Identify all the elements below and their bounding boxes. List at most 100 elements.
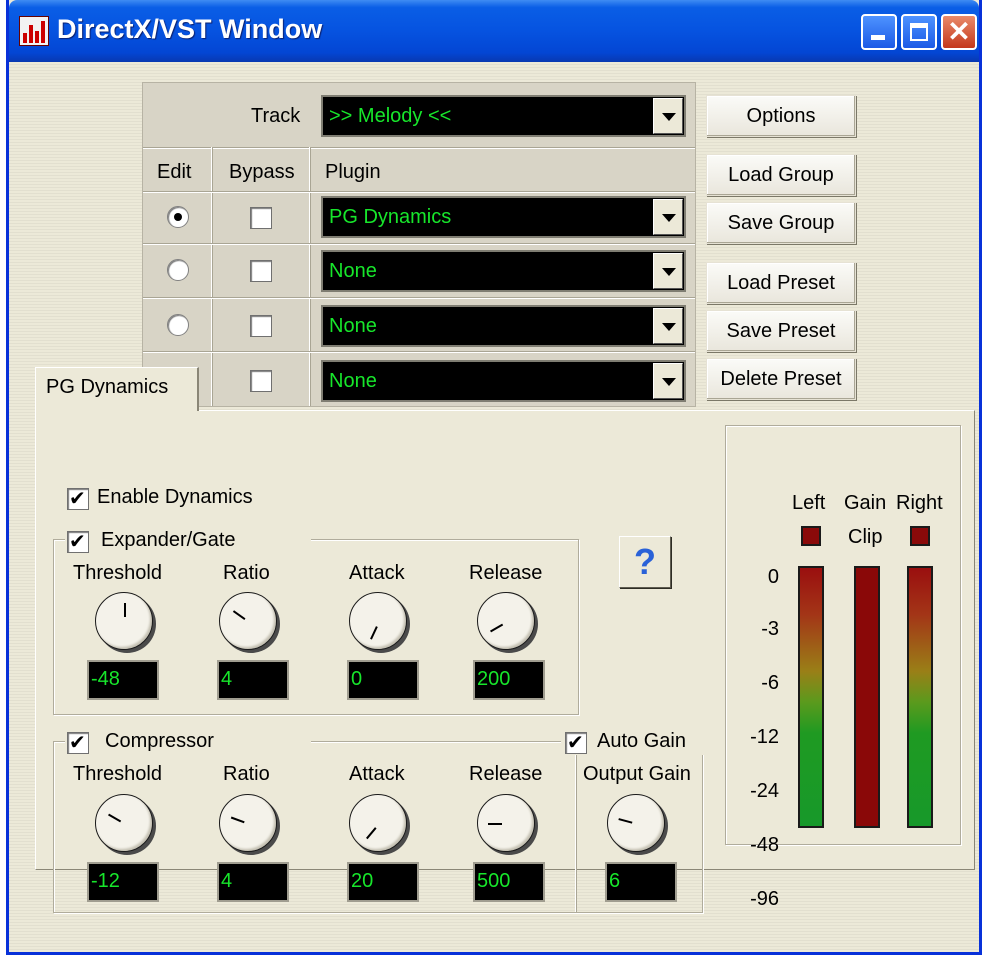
load-group-button[interactable]: Load Group [706, 154, 856, 196]
compressor-release-knob[interactable] [477, 794, 535, 852]
delete-preset-button[interactable]: Delete Preset [706, 358, 856, 400]
divider [143, 243, 695, 245]
plugin-dropdown-slot-4[interactable]: None [321, 360, 686, 402]
compressor-threshold-label: Threshold [73, 763, 162, 785]
edit-header: Edit [157, 161, 192, 183]
output-gain-value[interactable]: 6 [605, 862, 677, 902]
plugin-value-slot-3: None [329, 315, 377, 337]
chevron-down-icon[interactable] [653, 308, 683, 344]
meter-scale-label: -12 [750, 726, 779, 748]
track-value: >> Melody << [329, 105, 452, 127]
bypass-checkbox-slot-3[interactable] [250, 315, 272, 337]
left-meter-label: Left [792, 492, 826, 514]
meter-scale-label: -6 [761, 672, 779, 694]
expander-release-knob[interactable] [477, 592, 535, 650]
divider [143, 191, 695, 193]
load-preset-button[interactable]: Load Preset [706, 262, 856, 304]
compressor-attack-knob[interactable] [349, 794, 407, 852]
window-title: DirectX/VST Window [57, 14, 323, 44]
minimize-button[interactable] [861, 14, 897, 50]
save-preset-button[interactable]: Save Preset [706, 310, 856, 352]
tab-label: PG Dynamics [46, 376, 169, 398]
bypass-checkbox-slot-2[interactable] [250, 260, 272, 282]
maximize-icon [910, 23, 928, 41]
plugin-value-slot-4: None [329, 370, 377, 392]
chevron-down-icon[interactable] [653, 363, 683, 399]
auto-gain-label: Auto Gain [597, 730, 686, 752]
plugin-dropdown-slot-1[interactable]: PG Dynamics [321, 196, 686, 238]
bypass-header: Bypass [229, 161, 295, 183]
right-meter-label: Right [896, 492, 943, 514]
meter-scale-label: -3 [761, 618, 779, 640]
expander-release-value[interactable]: 200 [473, 660, 545, 700]
close-button[interactable]: ✕ [941, 14, 977, 50]
minimize-icon [871, 35, 885, 40]
left-level-meter [798, 566, 824, 828]
left-clip-led [801, 526, 821, 546]
plugin-dropdown-slot-3[interactable]: None [321, 305, 686, 347]
track-dropdown[interactable]: >> Melody << [321, 95, 686, 137]
expander-ratio-value[interactable]: 4 [217, 660, 289, 700]
plugin-value-slot-2: None [329, 260, 377, 282]
expander-gate-label: Expander/Gate [101, 529, 236, 551]
help-button[interactable]: ? [619, 536, 671, 588]
plugin-dropdown-slot-2[interactable]: None [321, 250, 686, 292]
expander-release-label: Release [469, 562, 543, 584]
compressor-ratio-value[interactable]: 4 [217, 862, 289, 902]
compressor-checkbox[interactable] [67, 730, 89, 755]
edit-radio-slot-2[interactable] [167, 259, 189, 281]
enable-dynamics-label: Enable Dynamics [97, 486, 253, 508]
compressor-label: Compressor [105, 730, 214, 752]
plugin-chain-panel: Track >> Melody << Edit Bypass Plugin PG… [142, 82, 696, 407]
expander-threshold-knob[interactable] [95, 592, 153, 650]
compressor-attack-label: Attack [349, 763, 405, 785]
gain-reduction-meter [854, 566, 880, 828]
divider [143, 351, 695, 353]
expander-attack-knob[interactable] [349, 592, 407, 650]
edit-radio-slot-3[interactable] [167, 314, 189, 336]
compressor-attack-value[interactable]: 20 [347, 862, 419, 902]
chevron-down-icon[interactable] [653, 253, 683, 289]
meter-scale-label: -24 [750, 780, 779, 802]
expander-attack-value[interactable]: 0 [347, 660, 419, 700]
expander-ratio-knob[interactable] [219, 592, 277, 650]
divider [575, 752, 577, 912]
tab-pg-dynamics[interactable]: PG Dynamics [35, 367, 199, 411]
compressor-threshold-value[interactable]: -12 [87, 862, 159, 902]
divider [143, 297, 695, 299]
compressor-release-label: Release [469, 763, 543, 785]
bypass-checkbox-slot-4[interactable] [250, 370, 272, 392]
plugin-value-slot-1: PG Dynamics [329, 206, 452, 228]
question-icon: ? [634, 541, 656, 582]
chevron-down-icon[interactable] [653, 199, 683, 235]
compressor-release-value[interactable]: 500 [473, 862, 545, 902]
app-icon [19, 16, 49, 46]
gain-meter-label: Gain [844, 492, 887, 514]
close-icon: ✕ [947, 16, 971, 47]
compressor-threshold-knob[interactable] [95, 794, 153, 852]
divider [143, 147, 695, 149]
title-bar[interactable]: DirectX/VST Window ✕ [9, 0, 979, 62]
right-level-meter [907, 566, 933, 828]
options-button[interactable]: Options [706, 95, 856, 137]
expander-gate-checkbox[interactable] [67, 529, 89, 554]
directx-vst-window: DirectX/VST Window ✕ Track >> Melody << … [6, 0, 982, 955]
chevron-down-icon[interactable] [653, 98, 683, 134]
bypass-checkbox-slot-1[interactable] [250, 207, 272, 229]
divider [309, 147, 311, 406]
clip-label: Clip [848, 526, 883, 548]
save-group-button[interactable]: Save Group [706, 202, 856, 244]
expander-threshold-value[interactable]: -48 [87, 660, 159, 700]
output-gain-knob[interactable] [607, 794, 665, 852]
compressor-ratio-label: Ratio [223, 763, 270, 785]
track-label: Track [251, 105, 301, 127]
right-clip-led [910, 526, 930, 546]
maximize-button[interactable] [901, 14, 937, 50]
plugin-header: Plugin [325, 161, 381, 183]
enable-dynamics-checkbox[interactable] [67, 486, 89, 511]
edit-radio-slot-1[interactable] [167, 206, 189, 228]
compressor-ratio-knob[interactable] [219, 794, 277, 852]
meter-scale-label: -96 [750, 888, 779, 910]
auto-gain-checkbox[interactable] [565, 730, 587, 755]
expander-attack-label: Attack [349, 562, 405, 584]
